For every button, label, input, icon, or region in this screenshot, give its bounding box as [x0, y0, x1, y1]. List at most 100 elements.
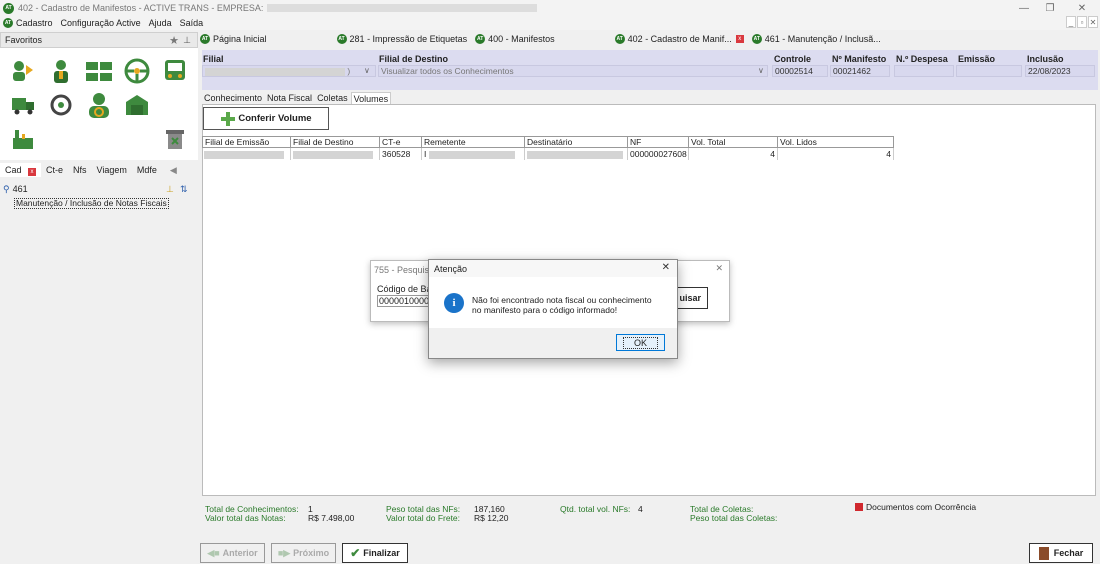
factory-icon[interactable] — [8, 124, 38, 154]
left-tabs: Cad x Ct-e Nfs Viagem Mdfe ◀ — [0, 163, 198, 177]
tab-mdfe[interactable]: Mdfe — [132, 163, 162, 177]
col-vol-total[interactable]: Vol. Total — [689, 136, 778, 148]
mdi-minimize-icon[interactable]: _ — [1066, 16, 1076, 28]
detail-tabs: Conhecimento Nota Fiscal Coletas Volumes — [202, 92, 392, 104]
tab-cte[interactable]: Ct-e — [41, 163, 68, 177]
valor-notas-value: R$ 7.498,00 — [308, 513, 355, 523]
arrow-right-icon: ■▶ — [277, 547, 291, 558]
conferir-volume-label: Conferir Volume — [238, 113, 312, 124]
scroll-left-icon[interactable]: ◀ — [170, 165, 177, 176]
tab-461[interactable]: AT 461 - Manutenção / Inclusã... — [750, 31, 883, 47]
finalizar-button[interactable]: ✔ Finalizar — [342, 543, 408, 563]
valor-frete-value: R$ 12,20 — [474, 513, 509, 523]
cell-vol-lidos: 4 — [778, 148, 894, 160]
col-cte[interactable]: CT-e — [380, 136, 422, 148]
menu-ajuda[interactable]: Ajuda — [149, 18, 172, 28]
anterior-button[interactable]: ◀■ Anterior — [200, 543, 265, 563]
tab-nota-fiscal[interactable]: Nota Fiscal — [265, 92, 314, 104]
info-icon: i — [444, 293, 464, 313]
star-icon[interactable]: ★ — [169, 34, 179, 47]
despesa-field[interactable] — [894, 65, 954, 77]
tab-281[interactable]: AT 281 - Impressão de Etiquetas — [335, 31, 470, 47]
tab-402[interactable]: AT 402 - Cadastro de Manif... x — [613, 31, 746, 47]
volumes-grid: Filial de Emissão Filial de Destino CT-e… — [202, 136, 894, 160]
cell-remetente-text: I — [424, 149, 427, 159]
tab-label: 281 - Impressão de Etiquetas — [349, 34, 468, 44]
col-filial-emissao[interactable]: Filial de Emissão — [202, 136, 291, 148]
alert-message: Não foi encontrado nota fiscal ou conhec… — [472, 295, 652, 315]
sort-icon[interactable]: ⇅ — [180, 184, 188, 195]
driver-wheel-icon[interactable] — [46, 90, 76, 120]
truck-icon[interactable] — [8, 90, 38, 120]
bus-icon[interactable] — [160, 56, 190, 86]
user-arrow-icon[interactable] — [8, 56, 38, 86]
app-logo-icon: AT — [751, 34, 762, 44]
menu-configuracao[interactable]: Configuração Active — [61, 18, 141, 28]
proximo-button[interactable]: ■▶ Próximo — [271, 543, 336, 563]
emissao-field[interactable] — [956, 65, 1022, 77]
check-icon: ✔ — [350, 546, 361, 560]
manifesto-field[interactable]: 00021462 — [830, 65, 890, 77]
tab-pagina-inicial[interactable]: AT Página Inicial — [198, 31, 269, 47]
minimize-icon[interactable]: — — [1012, 0, 1036, 16]
col-nf[interactable]: NF — [628, 136, 689, 148]
filial-select[interactable]: ) — [202, 65, 376, 77]
tab-volumes[interactable]: Volumes — [350, 92, 392, 104]
favorites-icons — [0, 48, 198, 160]
mdi-close-icon[interactable]: ✕ — [1088, 16, 1098, 28]
menu-saida[interactable]: Saída — [180, 18, 204, 28]
steering-wheel-icon[interactable] — [122, 56, 152, 86]
inclusao-field[interactable]: 22/08/2023 — [1025, 65, 1095, 77]
filial-destino-select[interactable]: Visualizar todos os Conhecimentos — [378, 65, 768, 77]
atencao-title: Atenção — [434, 263, 468, 274]
restore-icon[interactable]: ❐ — [1038, 0, 1062, 16]
tab-label: 461 - Manutenção / Inclusã... — [764, 34, 881, 44]
tab-cad[interactable]: Cad x — [0, 163, 42, 177]
fleet-icon[interactable] — [84, 56, 114, 86]
trash-icon[interactable] — [160, 124, 190, 154]
warehouse-icon[interactable] — [122, 90, 152, 120]
app-logo-icon: AT — [3, 18, 13, 28]
plus-icon — [221, 111, 236, 126]
close-tab-icon[interactable]: x — [28, 168, 37, 176]
tab-conhecimento[interactable]: Conhecimento — [202, 92, 264, 104]
col-vol-lidos[interactable]: Vol. Lidos — [778, 136, 894, 148]
ok-button[interactable]: OK — [616, 334, 665, 351]
document-tabs: AT Página Inicial AT 281 - Impressão de Et… — [198, 31, 1100, 47]
cell-destinatario — [525, 148, 628, 160]
atencao-title-bar: Atenção — [429, 260, 677, 277]
cell-remetente: I — [422, 148, 525, 160]
menu-bar: AT Cadastro Configuração Active Ajuda Sa… — [0, 16, 1100, 30]
search-input[interactable]: 461 — [13, 184, 28, 194]
filial-label: Filial — [203, 54, 224, 64]
tab-viagem[interactable]: Viagem — [92, 163, 132, 177]
tab-nfs[interactable]: Nfs — [68, 163, 92, 177]
controle-field[interactable]: 00002514 — [772, 65, 828, 77]
col-filial-destino[interactable]: Filial de Destino — [291, 136, 380, 148]
codigo-barras-label: Código de Ba — [377, 284, 432, 294]
dialog-footer: OK — [429, 328, 677, 358]
close-tab-icon[interactable]: x — [735, 35, 744, 43]
mdi-restore-icon[interactable]: ▫ — [1077, 16, 1087, 28]
table-row[interactable]: 360528 I 000000027608 4 4 — [202, 148, 894, 160]
driver-icon[interactable] — [84, 90, 114, 120]
valor-frete-label: Valor total do Frete: — [386, 513, 461, 523]
chevron-down-icon[interactable]: ∨ — [364, 66, 370, 75]
col-remetente[interactable]: Remetente — [422, 136, 525, 148]
tab-400[interactable]: AT 400 - Manifestos — [473, 31, 557, 47]
person-icon[interactable] — [46, 56, 76, 86]
pin-icon[interactable]: ⊥ — [183, 35, 191, 46]
clear-filter-icon[interactable]: ⊥ — [166, 184, 174, 195]
atencao-dialog: Atenção ✕ i Não foi encontrado nota fisc… — [428, 259, 678, 359]
close-icon[interactable]: ✕ — [1070, 0, 1094, 16]
chevron-down-icon[interactable]: ∨ — [758, 66, 764, 75]
close-icon[interactable]: ✕ — [715, 263, 723, 274]
fechar-button[interactable]: Fechar — [1029, 543, 1093, 563]
col-destinatario[interactable]: Destinatário — [525, 136, 628, 148]
menu-cadastro[interactable]: Cadastro — [16, 18, 53, 28]
close-icon[interactable]: ✕ — [662, 262, 670, 273]
tree-item-manutencao[interactable]: Manutenção / Inclusão de Notas Fiscais — [14, 198, 169, 209]
tab-coletas[interactable]: Coletas — [315, 92, 350, 104]
ocorrencia-swatch — [855, 503, 863, 511]
conferir-volume-button[interactable]: Conferir Volume — [203, 107, 329, 130]
